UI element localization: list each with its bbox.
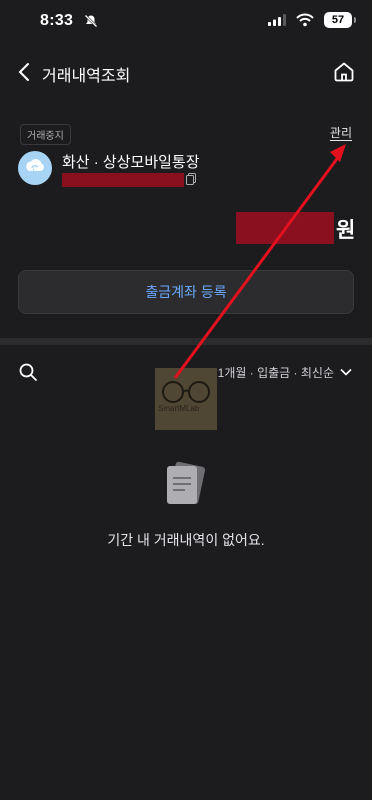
annotation-arrow xyxy=(173,144,346,379)
